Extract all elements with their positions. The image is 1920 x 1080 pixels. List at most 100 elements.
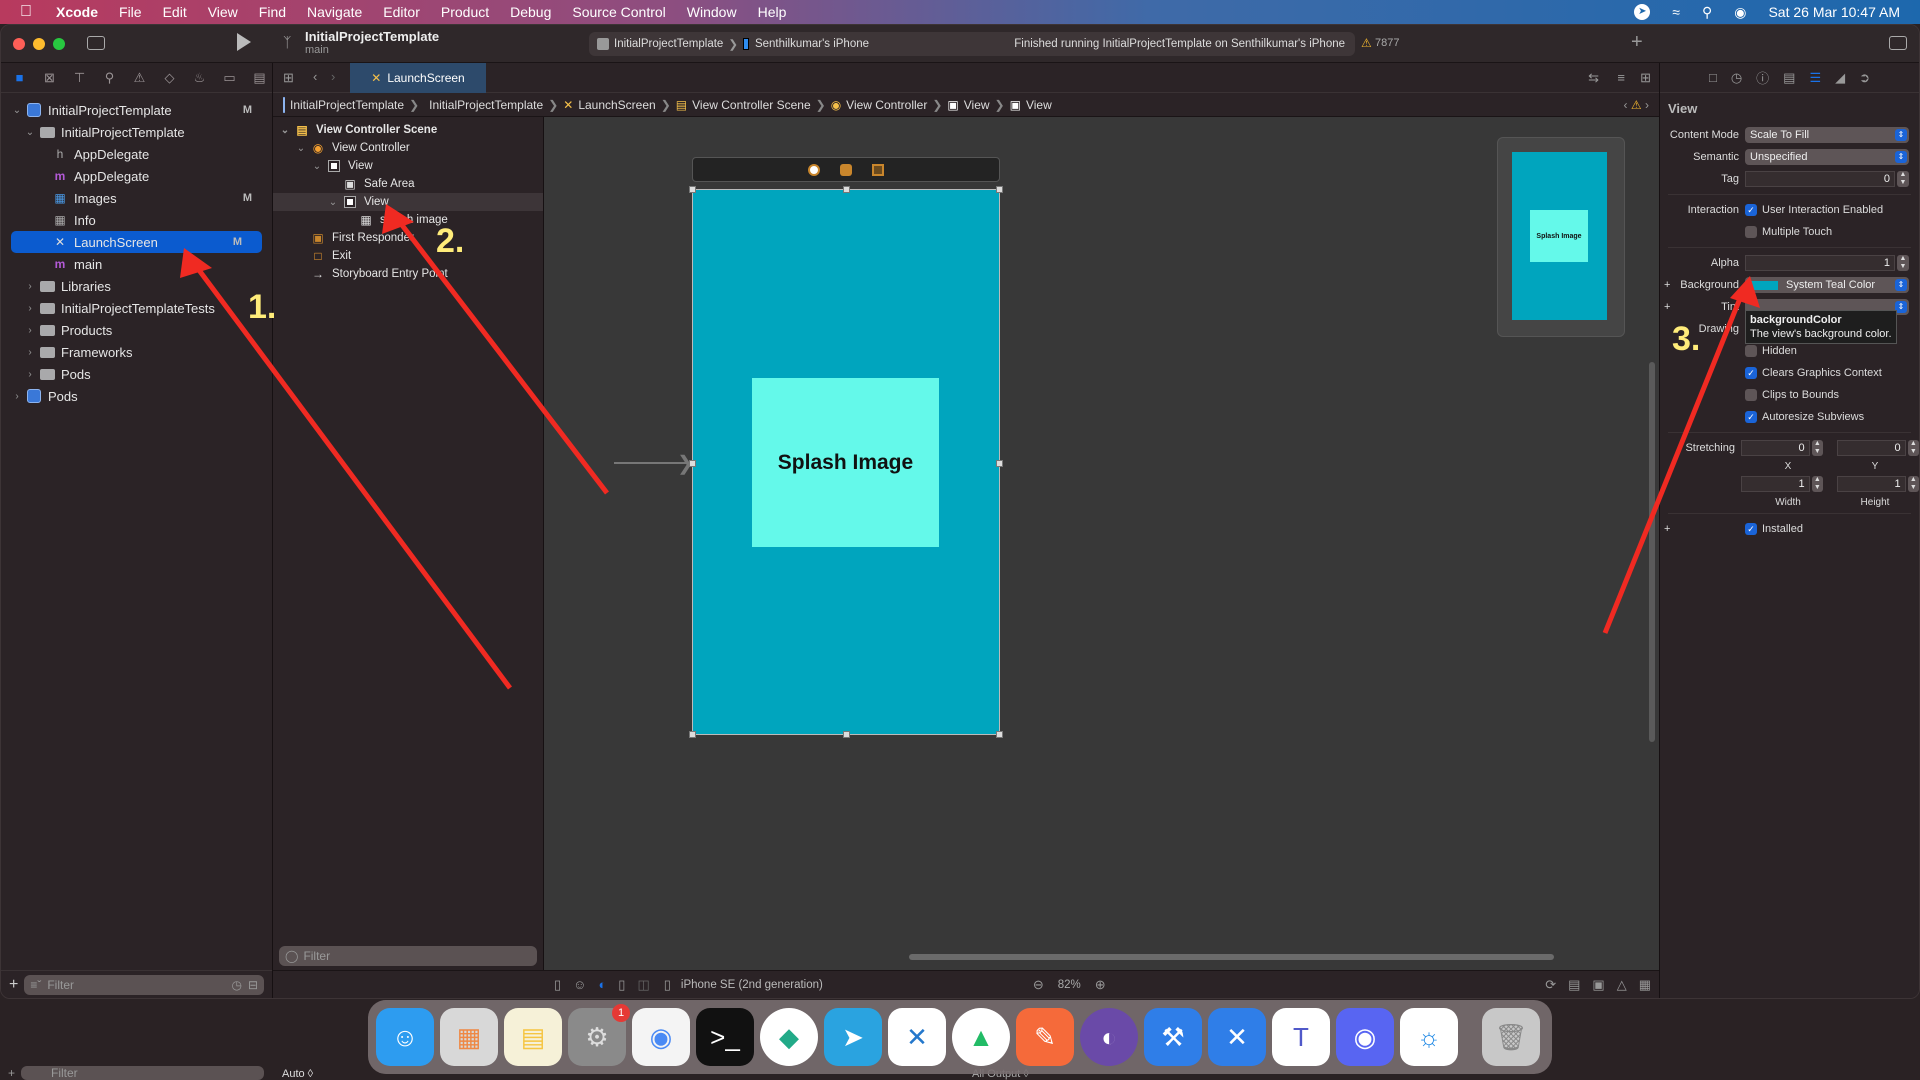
appearance-icon[interactable]: ◐ [598,977,606,992]
menu-view[interactable]: View [208,4,238,20]
disclosure-icon[interactable]: ⌄ [11,105,23,116]
resize-handle[interactable] [996,186,1003,193]
file-tree-item[interactable]: › Products [1,319,272,341]
menu-window[interactable]: Window [687,4,737,20]
stretch-x-field[interactable]: 0 [1740,440,1810,456]
update-frames-icon[interactable]: ⟳ [1545,977,1556,993]
align-icon[interactable]: ▤ [1568,977,1580,993]
dock-app-discord[interactable]: ◉ [1336,1008,1394,1066]
exit-icon[interactable] [872,163,884,176]
spotlight-icon[interactable]: ⚲ [1702,4,1712,21]
dock-app-terminal[interactable]: >_ [696,1008,754,1066]
folder-icon[interactable]: ■ [11,70,28,85]
dock-app-transporter[interactable]: ✕ [1208,1008,1266,1066]
issue-navigation[interactable]: ‹ ⚠ › [1624,98,1649,112]
vertical-scrollbar[interactable] [1649,362,1655,742]
test-icon[interactable]: ◇ [161,70,178,86]
add-variation-icon[interactable]: + [1664,301,1670,313]
disclosure-icon[interactable]: ⌄ [295,143,307,154]
file-tree-item[interactable]: › Pods [1,385,272,407]
add-editor-icon[interactable]: ⊞ [1640,70,1651,86]
storyboard-canvas[interactable]: ❯ Splash Image Splash Image [544,117,1659,970]
dock-app-vs-code[interactable]: ✕ [888,1008,946,1066]
content-mode-select[interactable]: Scale To Fill ⇕ [1745,127,1909,143]
attributes-icon[interactable]: ☰ [1809,70,1821,86]
device-icon[interactable]: ▯ [664,977,671,993]
minimize-button[interactable] [33,38,45,50]
outline-item[interactable]: □ Exit [273,247,543,265]
resize-handle[interactable] [689,460,696,467]
disclosure-icon[interactable]: ⌄ [24,127,36,138]
stretch-height-field[interactable]: 1 [1836,476,1906,492]
device-selector-label[interactable]: iPhone SE (2nd generation) [681,979,823,991]
close-button[interactable] [13,38,25,50]
dock-app-cinema[interactable]: ◐ [1080,1008,1138,1066]
history-icon[interactable]: ◷ [1731,70,1742,86]
add-icon[interactable]: + [9,976,18,994]
resize-handle[interactable] [689,186,696,193]
sidebar-toggle-icon[interactable] [87,36,105,50]
outline-item[interactable]: ⌄ ◉ View Controller [273,139,543,157]
dock-app-system-preferences[interactable]: ⚙ 1 [568,1004,630,1066]
report-icon[interactable]: ▤ [251,70,268,86]
root-view[interactable]: Splash Image [689,186,1003,738]
menu-file[interactable]: File [119,4,142,20]
jumpbar-item[interactable]: InitialProjectTemplate [283,96,404,113]
dock-app-chrome[interactable]: ◉ [632,1008,690,1066]
inspector-toggle-icon[interactable] [1889,36,1907,50]
dock-app-notes[interactable]: ▤ [504,1008,562,1066]
connections-icon[interactable]: ➲ [1859,70,1870,86]
location-icon[interactable]: ➤ [1634,4,1651,20]
outline-item[interactable]: ▦ splash image [273,211,543,229]
recent-icon[interactable]: ◷ [231,978,241,992]
orientation-icon[interactable]: ▯ [618,977,625,993]
resize-handle[interactable] [843,731,850,738]
outline-item[interactable]: ▣ Safe Area [273,175,543,193]
outline-item[interactable]: ⌄ View [273,193,543,211]
first-responder-icon[interactable] [840,163,852,176]
file-tree-item[interactable]: m main [1,253,272,275]
splash-image[interactable]: Splash Image [752,378,939,547]
dock-app-safari[interactable]: ☼ [1400,1008,1458,1066]
resolve-issues-icon[interactable]: △ [1617,977,1627,993]
disclosure-icon[interactable]: ⌄ [311,161,323,172]
jumpbar-item[interactable]: ◉ View Controller [831,98,928,112]
embed-icon[interactable]: ▦ [1639,977,1651,993]
debug-icon[interactable]: ♨ [191,70,208,86]
hidden-checkbox[interactable] [1745,345,1757,357]
stretch-width-stepper[interactable]: ▲ ▼ [1811,476,1823,492]
add-variation-icon[interactable]: + [1664,523,1670,535]
menu-help[interactable]: Help [758,4,787,20]
dock-app-teams[interactable]: T [1272,1008,1330,1066]
stretch-y-stepper[interactable]: ▲ ▼ [1907,440,1919,456]
resize-handle[interactable] [996,731,1003,738]
menu-source-control[interactable]: Source Control [572,4,665,20]
resize-handle[interactable] [996,460,1003,467]
editor-options-icon[interactable]: ≡ [1617,70,1625,85]
forward-icon[interactable]: › [331,69,335,84]
multiple-touch-checkbox[interactable] [1745,226,1757,238]
file-tree-item[interactable]: › Frameworks [1,341,272,363]
view-controller-icon[interactable] [808,163,820,176]
user-interaction-checkbox[interactable]: ✓ [1745,204,1757,216]
source-control-icon[interactable]: ⊠ [41,70,58,86]
outline-filter-input[interactable]: Filter [303,949,330,963]
clock[interactable]: Sat 26 Mar 10:47 AM [1768,4,1900,20]
stretch-width-field[interactable]: 1 [1740,476,1810,492]
accessibility-icon[interactable]: ☺ [573,977,586,992]
zoom-out-icon[interactable]: ⊖ [1033,977,1044,993]
clips-bounds-checkbox[interactable] [1745,389,1757,401]
outline-item[interactable]: ⌄ ▤ View Controller Scene [273,121,543,139]
zoom-button[interactable] [53,38,65,50]
outline-item[interactable]: → Storyboard Entry Point [273,265,543,283]
file-tree-item[interactable]: ⌄ InitialProjectTemplate M [1,99,272,121]
add-tab-icon[interactable]: + [1631,31,1643,54]
tab-launchscreen[interactable]: ✕ LaunchScreen [350,63,486,93]
file-tree-item[interactable]: h AppDelegate [1,143,272,165]
file-tree-item[interactable]: ✕ LaunchScreen M [11,231,262,253]
jumpbar-item[interactable]: ▣ View [947,98,989,112]
tag-field[interactable]: 0 [1745,171,1895,187]
stretch-y-field[interactable]: 0 [1836,440,1906,456]
debug-auto-select[interactable]: Auto ◊ [282,1068,313,1080]
semantic-select[interactable]: Unspecified ⇕ [1745,149,1909,165]
